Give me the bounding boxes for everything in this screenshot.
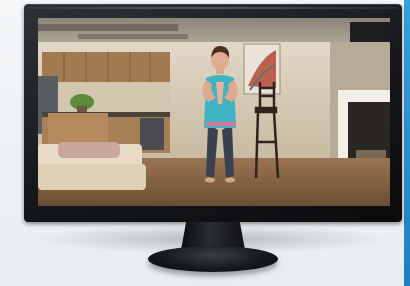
ceiling-duct-2: [78, 34, 188, 39]
accent-stripe: [404, 0, 410, 286]
monitor: [24, 4, 402, 222]
couch-seat: [38, 164, 146, 190]
backsplash: [42, 82, 170, 112]
bezel-highlight: [28, 7, 398, 9]
monitor-stand-base: [148, 246, 278, 272]
monitor-screen: [38, 18, 390, 206]
blanket: [58, 142, 120, 158]
oven: [140, 118, 164, 150]
ceiling-duct: [38, 24, 178, 31]
fireplace-logs: [356, 150, 386, 158]
upper-cabinets: [42, 52, 170, 82]
yoga-video-frame: [38, 18, 390, 206]
